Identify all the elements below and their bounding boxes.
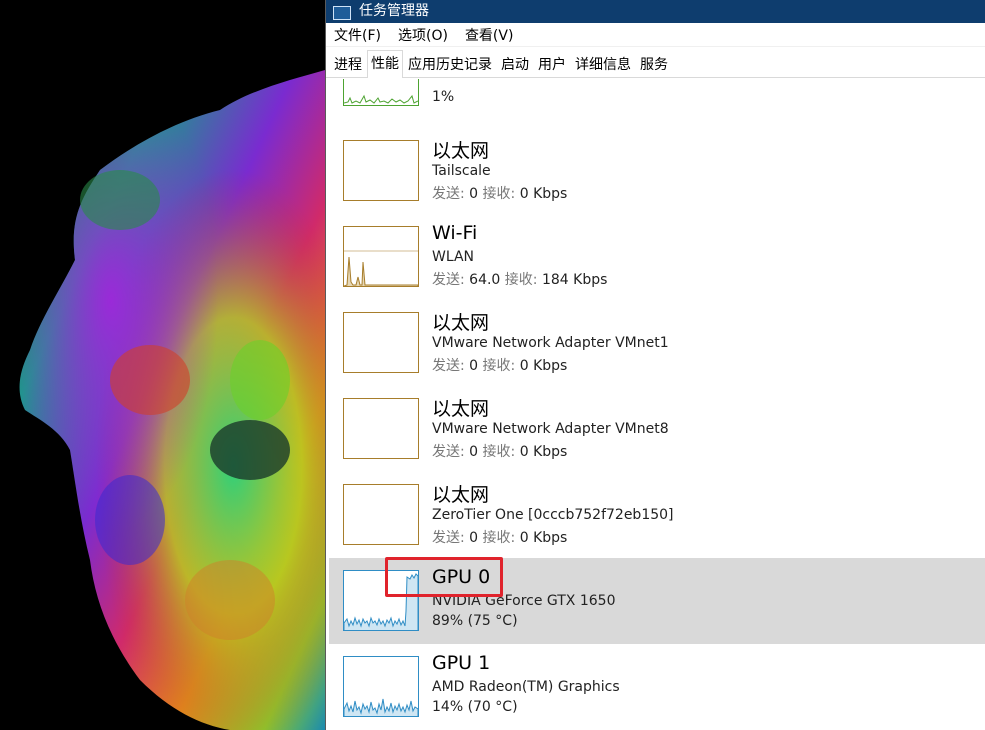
- tab-services[interactable]: 服务: [636, 52, 672, 77]
- throughput-text: 发送: 0 接收: 0 Kbps: [432, 444, 568, 460]
- usage-text: 14% (70 °C): [432, 699, 518, 715]
- usage-graph-thumbnail: [343, 79, 419, 106]
- throughput-graph-thumbnail: [343, 398, 419, 459]
- adapter-name: ZeroTier One [0cccb752f72eb150]: [432, 507, 674, 523]
- throughput-graph-thumbnail: [343, 484, 419, 545]
- window-title: 任务管理器: [359, 3, 429, 19]
- usage-text: 89% (75 °C): [432, 613, 518, 629]
- adapter-name: Tailscale: [432, 163, 491, 179]
- menu-view[interactable]: 查看(V): [465, 25, 514, 45]
- resource-item-ethernet-vmnet8[interactable]: 以太网 VMware Network Adapter VMnet8 发送: 0 …: [329, 386, 985, 472]
- throughput-graph-thumbnail: [343, 226, 419, 287]
- resource-item-ethernet-zerotier[interactable]: 以太网 ZeroTier One [0cccb752f72eb150] 发送: …: [329, 472, 985, 558]
- resource-name: GPU 1: [432, 652, 491, 674]
- tab-details[interactable]: 详细信息: [571, 52, 635, 77]
- menu-bar: 文件(F) 选项(O) 查看(V): [326, 23, 985, 47]
- desktop-wallpaper: [0, 0, 325, 730]
- throughput-text: 发送: 0 接收: 0 Kbps: [432, 358, 568, 374]
- performance-resource-list: 1% 以太网 Tailscale 发送: 0 接收: 0 Kbps Wi-Fi …: [329, 79, 985, 730]
- adapter-name: VMware Network Adapter VMnet8: [432, 421, 669, 437]
- resource-item-ethernet-vmnet1[interactable]: 以太网 VMware Network Adapter VMnet1 发送: 0 …: [329, 300, 985, 386]
- annotation-highlight-box: [385, 557, 503, 597]
- title-bar[interactable]: 任务管理器: [326, 0, 985, 23]
- task-manager-icon: [333, 6, 351, 20]
- fractal-wallpaper-image: [19, 70, 325, 730]
- tab-performance[interactable]: 性能: [367, 50, 403, 78]
- resource-name: 以太网: [432, 312, 490, 334]
- menu-options[interactable]: 选项(O): [398, 25, 448, 45]
- resource-name: 以太网: [432, 484, 490, 506]
- task-manager-window: 任务管理器 文件(F) 选项(O) 查看(V) 进程 性能 应用历史记录 启动 …: [325, 0, 985, 730]
- usage-text: 1%: [432, 89, 455, 105]
- usage-graph-thumbnail: [343, 656, 419, 717]
- resource-name: Wi-Fi: [432, 222, 478, 244]
- menu-file[interactable]: 文件(F): [334, 25, 381, 45]
- tab-bar: 进程 性能 应用历史记录 启动 用户 详细信息 服务: [326, 47, 985, 78]
- throughput-text: 发送: 0 接收: 0 Kbps: [432, 530, 568, 546]
- gpu-model: AMD Radeon(TM) Graphics: [432, 679, 620, 695]
- throughput-text: 发送: 64.0 接收: 184 Kbps: [432, 272, 608, 288]
- throughput-text: 发送: 0 接收: 0 Kbps: [432, 186, 568, 202]
- resource-item-cpu-partial[interactable]: 1%: [329, 79, 985, 115]
- tab-startup[interactable]: 启动: [497, 52, 533, 77]
- resource-item-gpu-1[interactable]: GPU 1 AMD Radeon(TM) Graphics 14% (70 °C…: [329, 644, 985, 730]
- throughput-graph-thumbnail: [343, 140, 419, 201]
- resource-name: 以太网: [432, 398, 490, 420]
- throughput-graph-thumbnail: [343, 312, 419, 373]
- resource-name: 以太网: [432, 140, 490, 162]
- resource-item-ethernet-tailscale[interactable]: 以太网 Tailscale 发送: 0 接收: 0 Kbps: [329, 128, 985, 214]
- tab-processes[interactable]: 进程: [330, 52, 366, 77]
- adapter-name: WLAN: [432, 249, 475, 265]
- tab-app-history[interactable]: 应用历史记录: [404, 52, 496, 77]
- adapter-name: VMware Network Adapter VMnet1: [432, 335, 669, 351]
- tab-users[interactable]: 用户: [534, 52, 570, 77]
- resource-item-wifi[interactable]: Wi-Fi WLAN 发送: 64.0 接收: 184 Kbps: [329, 214, 985, 300]
